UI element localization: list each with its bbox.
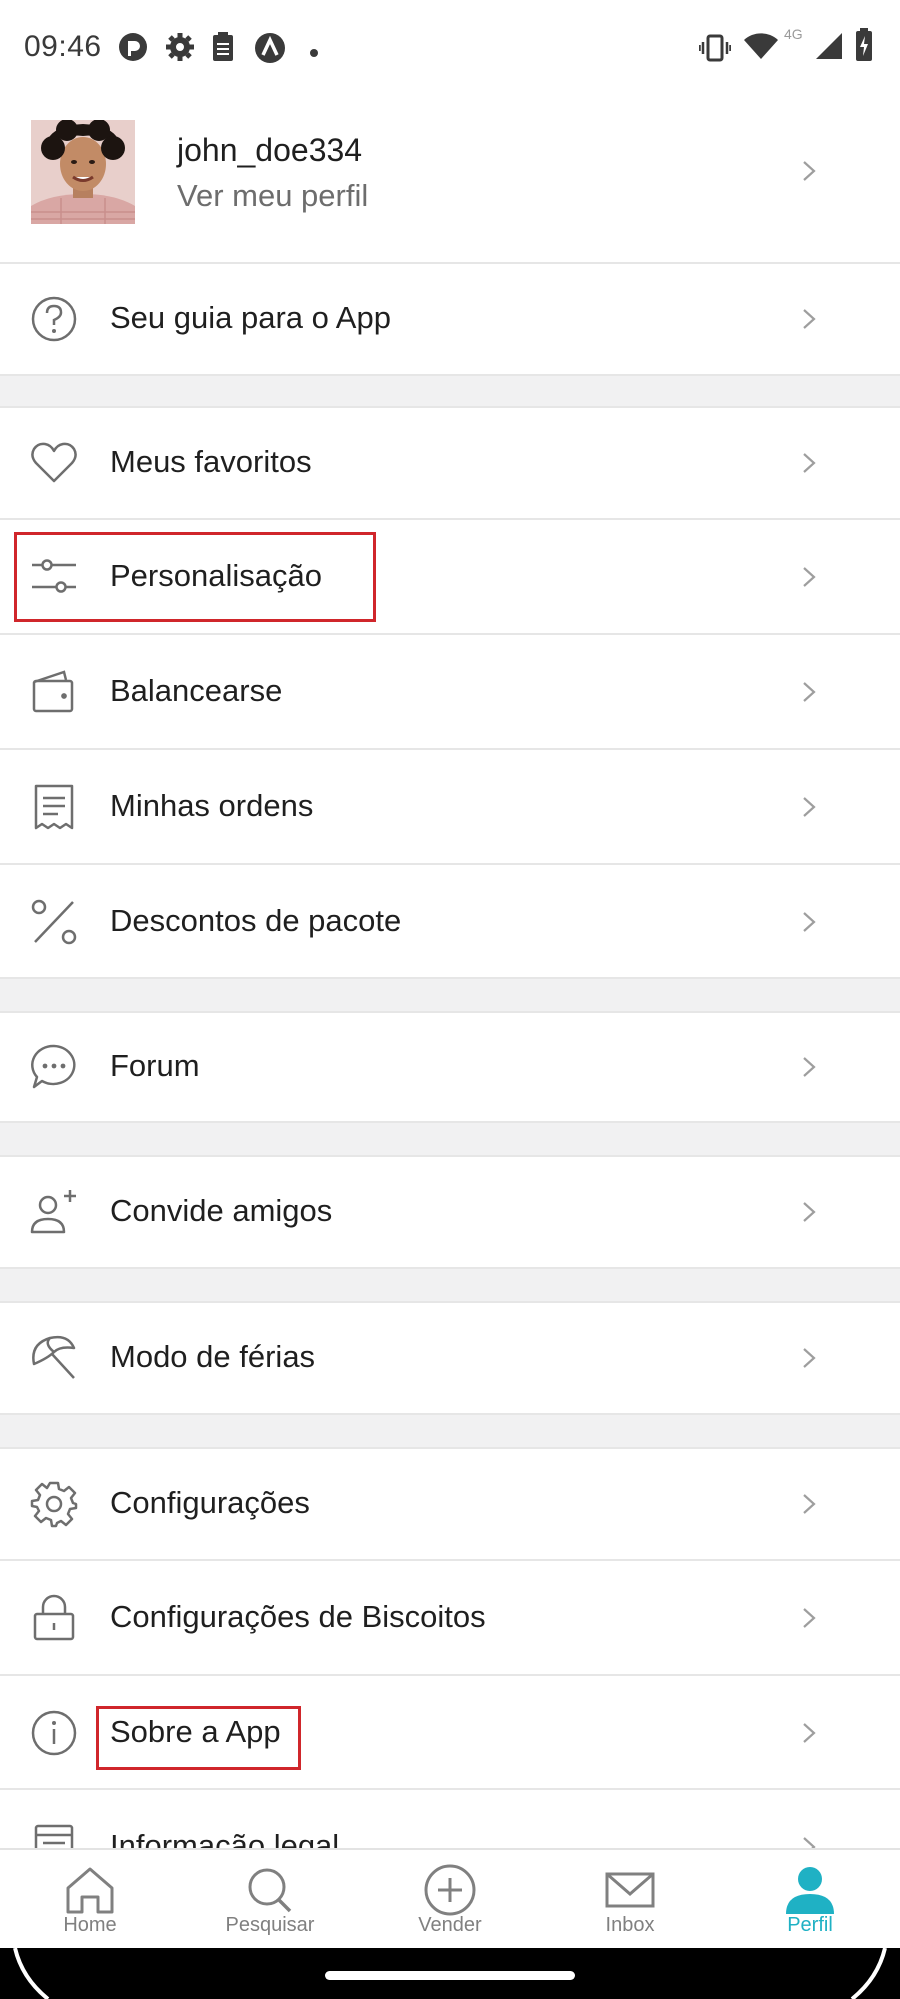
view-profile-link[interactable]: Ver meu perfil [177, 178, 368, 214]
nav-sell-label: Vender [418, 1914, 482, 1936]
menu-label-balance: Balancearse [110, 673, 283, 708]
menu-label-cookie-settings: Configurações de Biscoitos [110, 1599, 486, 1634]
gesture-bar [0, 1947, 900, 1999]
wallet-icon [30, 668, 78, 716]
menu-item-favorites[interactable]: Meus favoritos [0, 408, 900, 520]
menu-item-personalization[interactable]: Personalisação [0, 520, 900, 635]
menu-item-cookie-settings[interactable]: Configurações de Biscoitos [0, 1561, 900, 1676]
menu-label-favorites: Meus favoritos [110, 444, 312, 479]
menu-label-vacation: Modo de férias [110, 1339, 316, 1374]
vibrate-icon [698, 34, 732, 67]
chevron-right-icon [798, 911, 820, 933]
profile-username: john_doe334 [177, 132, 363, 168]
nav-profile-label: Perfil [787, 1914, 833, 1936]
percent-icon [30, 898, 78, 946]
menu-item-balance[interactable]: Balancearse [0, 635, 900, 750]
chevron-right-icon [798, 160, 820, 182]
screen: 09:46 4G john_doe334 Ver meu perfil Seu … [0, 0, 900, 1999]
status-bar: 09:46 4G [0, 0, 900, 98]
clipboard-icon [211, 32, 235, 67]
person-icon [780, 1864, 840, 1918]
menu-item-bundle-discounts[interactable]: Descontos de pacote [0, 865, 900, 979]
chevron-right-icon [798, 566, 820, 588]
menu-label-forum: Forum [110, 1048, 200, 1083]
section-divider [0, 1123, 900, 1157]
home-icon [60, 1864, 120, 1918]
search-icon [240, 1864, 300, 1918]
add-user-icon [30, 1188, 78, 1236]
screen-corner-left [0, 1947, 50, 1999]
nav-sell[interactable]: Vender [360, 1850, 540, 1950]
home-gesture-pill[interactable] [325, 1971, 575, 1980]
menu-label-personalization: Personalisação [110, 558, 322, 593]
menu-item-vacation[interactable]: Modo de férias [0, 1303, 900, 1415]
status-time: 09:46 [24, 30, 102, 63]
chevron-right-icon [798, 308, 820, 330]
menu-item-forum[interactable]: Forum [0, 1013, 900, 1123]
section-divider [0, 979, 900, 1013]
receipt-icon [30, 783, 78, 831]
menu-label-orders: Minhas ordens [110, 788, 314, 823]
chevron-right-icon [798, 1347, 820, 1369]
chevron-right-icon [798, 1607, 820, 1629]
dot-icon [310, 44, 318, 62]
gear-icon [30, 1480, 78, 1528]
menu-item-invite[interactable]: Convide amigos [0, 1157, 900, 1269]
menu-label-about: Sobre a App [110, 1714, 281, 1749]
menu-label-bundle-discounts: Descontos de pacote [110, 903, 402, 938]
battery-icon [855, 28, 873, 67]
info-icon [30, 1709, 78, 1757]
menu-item-guide[interactable]: Seu guia para o App [0, 264, 900, 376]
heart-icon [30, 439, 78, 487]
lock-icon [30, 1594, 78, 1642]
nav-search[interactable]: Pesquisar [180, 1850, 360, 1950]
menu-label-guide: Seu guia para o App [110, 300, 391, 335]
screen-corner-right [850, 1947, 900, 1999]
menu-label-settings: Configurações [110, 1485, 310, 1520]
profile-header[interactable]: john_doe334 Ver meu perfil [0, 98, 900, 264]
sliders-icon [30, 553, 78, 601]
chevron-right-icon [798, 681, 820, 703]
chevron-right-icon [798, 1056, 820, 1078]
network-type: 4G [784, 26, 803, 42]
section-divider [0, 1415, 900, 1449]
chevron-right-icon [798, 1722, 820, 1744]
chat-bubble-icon [30, 1043, 78, 1091]
question-icon [30, 295, 78, 343]
chevron-right-icon [798, 796, 820, 818]
chevron-right-icon [798, 452, 820, 474]
menu-item-about[interactable]: Sobre a App [0, 1676, 900, 1790]
section-divider [0, 1269, 900, 1303]
avatar [31, 120, 135, 224]
nav-search-label: Pesquisar [225, 1914, 315, 1936]
signal-icon [815, 32, 843, 65]
plus-circle-icon [420, 1864, 480, 1918]
gear-icon [165, 32, 195, 67]
section-divider [0, 376, 900, 408]
umbrella-icon [30, 1334, 78, 1382]
menu-item-settings[interactable]: Configurações [0, 1449, 900, 1561]
chevron-right-icon [798, 1493, 820, 1515]
arrow-badge-icon [254, 32, 286, 69]
nav-profile[interactable]: Perfil [720, 1850, 900, 1950]
nav-inbox-label: Inbox [605, 1914, 655, 1936]
nav-home-label: Home [63, 1914, 117, 1936]
mail-icon [600, 1864, 660, 1918]
app-badge-icon [118, 32, 148, 67]
bottom-nav: Home Pesquisar Vender Inbox Perfil [0, 1848, 900, 1950]
menu-label-invite: Convide amigos [110, 1193, 333, 1228]
nav-inbox[interactable]: Inbox [540, 1850, 720, 1950]
wifi-icon [743, 32, 779, 65]
chevron-right-icon [798, 1201, 820, 1223]
menu-item-orders[interactable]: Minhas ordens [0, 750, 900, 865]
nav-home[interactable]: Home [0, 1850, 180, 1950]
